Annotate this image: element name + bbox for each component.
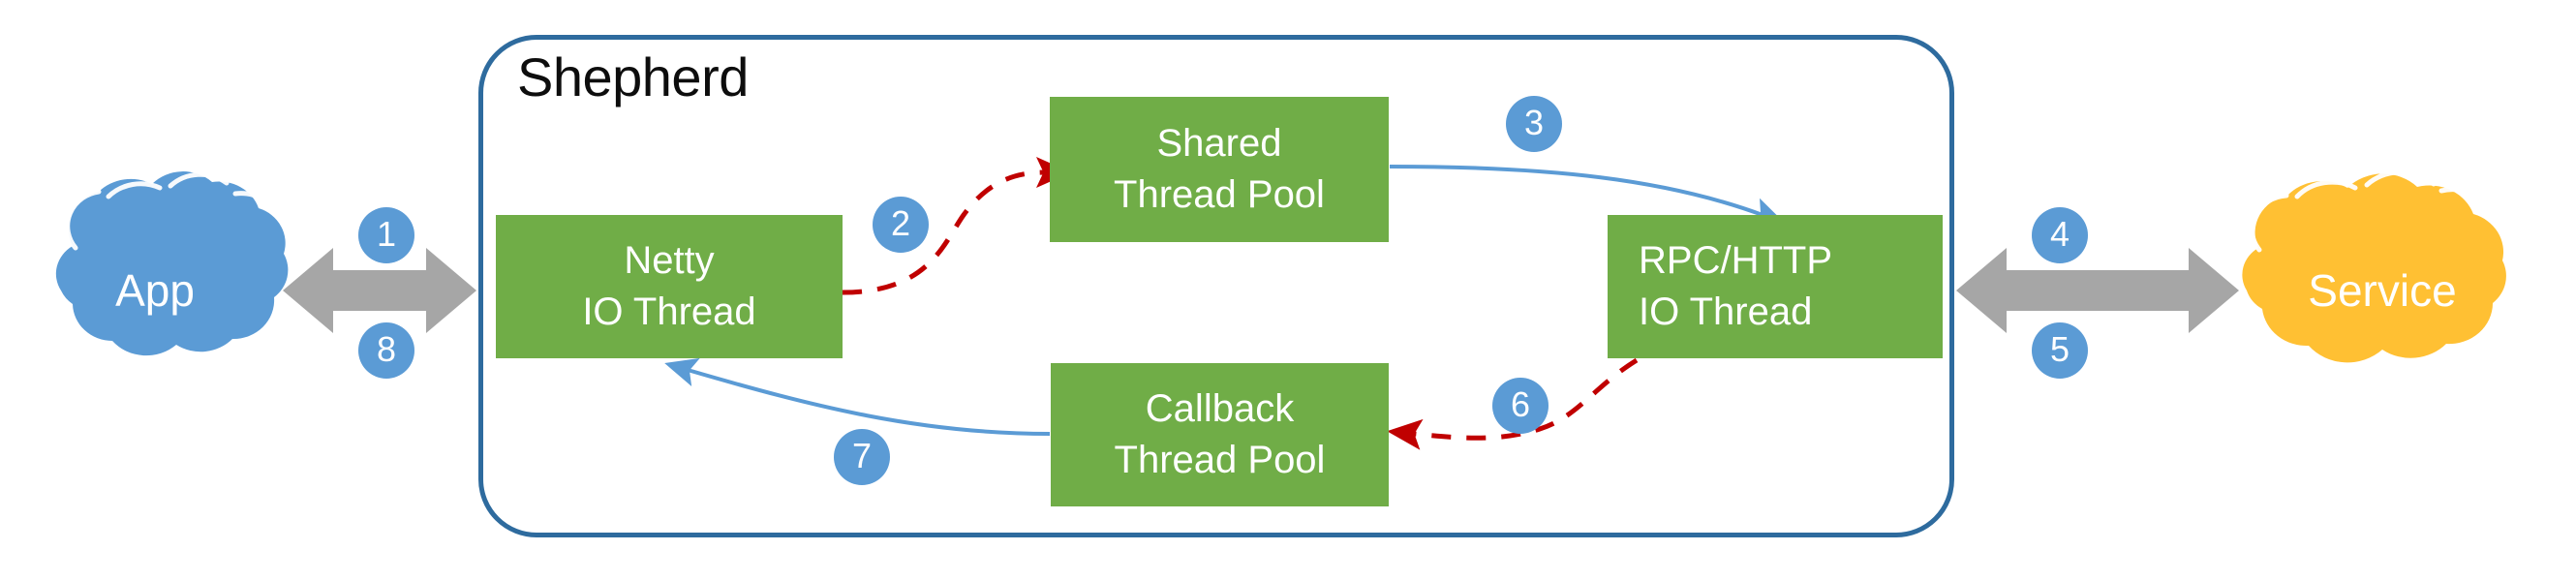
step-badge-1[interactable]: 1 xyxy=(358,207,414,263)
shared-box-line2: Thread Pool xyxy=(1114,173,1325,216)
process-box-callback-thread-pool[interactable]: Callback Thread Pool xyxy=(1051,363,1389,506)
rpc-box-line2: IO Thread xyxy=(1639,290,1813,333)
shepherd-title: Shepherd xyxy=(517,46,749,107)
step-badge-7[interactable]: 7 xyxy=(834,429,890,485)
process-box-netty-io-thread[interactable]: Netty IO Thread xyxy=(496,215,843,358)
process-box-rpc-http-io-thread[interactable]: RPC/HTTP IO Thread xyxy=(1608,215,1943,358)
netty-box-line2: IO Thread xyxy=(582,290,756,333)
step-badge-6[interactable]: 6 xyxy=(1492,378,1549,434)
service-cloud xyxy=(2198,184,2566,397)
step-badge-4[interactable]: 4 xyxy=(2032,207,2088,263)
diagram-canvas: App Service Shepherd Netty IO Thread Sha… xyxy=(0,0,2576,581)
netty-box-line1: Netty xyxy=(624,239,715,283)
app-cloud xyxy=(10,179,300,402)
step-badge-5[interactable]: 5 xyxy=(2032,322,2088,379)
process-box-shared-thread-pool[interactable]: Shared Thread Pool xyxy=(1050,97,1389,242)
gray-double-arrow-service xyxy=(1956,248,2239,333)
rpc-box-line1: RPC/HTTP xyxy=(1639,239,1832,283)
step-badge-2[interactable]: 2 xyxy=(873,197,929,253)
shared-box-line1: Shared xyxy=(1156,122,1282,166)
callback-box-line2: Thread Pool xyxy=(1114,439,1326,481)
step-badge-3[interactable]: 3 xyxy=(1506,96,1562,152)
step-badge-8[interactable]: 8 xyxy=(358,322,414,379)
callback-box-line1: Callback xyxy=(1145,387,1295,431)
